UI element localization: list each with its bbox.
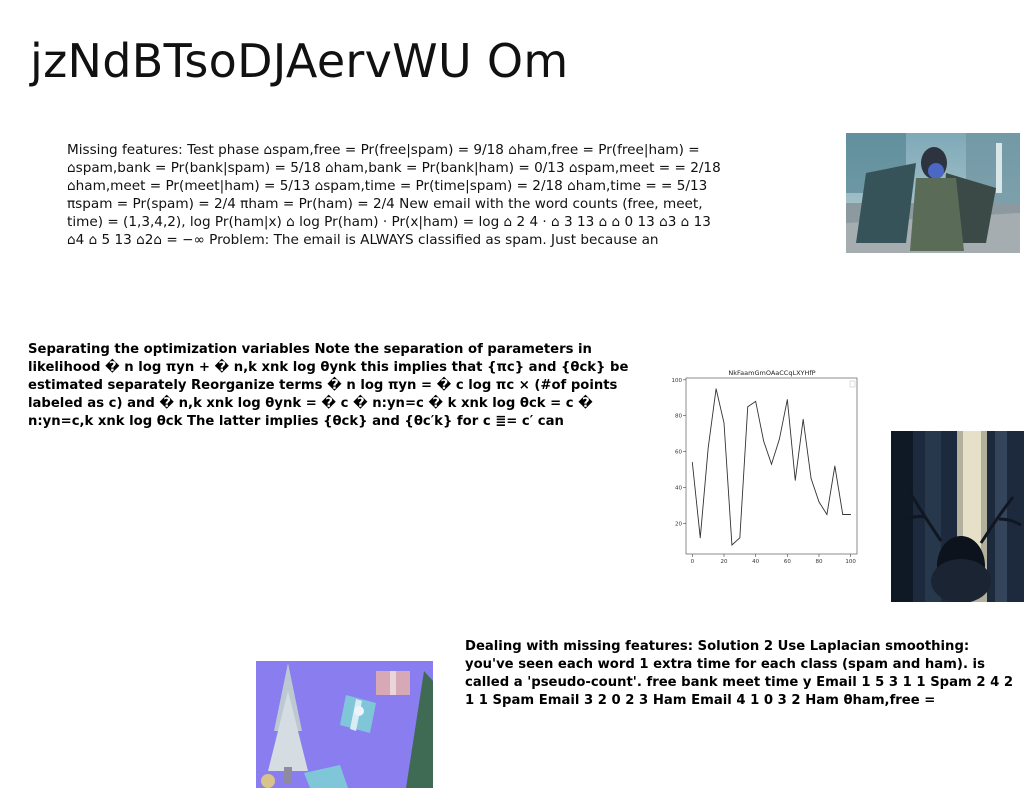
data-point (834, 465, 836, 467)
data-point (691, 462, 693, 463)
y-tick-label: 40 (675, 486, 682, 492)
text-block-laplacian-smoothing: Dealing with missing features: Solution … (465, 639, 1014, 708)
photo-deer-forest (891, 431, 1024, 602)
page-title: jzNdBTsoDJAervWU Om (30, 34, 569, 88)
data-point (818, 501, 820, 503)
x-tick-label: 0 (691, 559, 695, 565)
data-point (779, 438, 780, 440)
data-point (794, 479, 796, 481)
data-point (826, 514, 828, 515)
line-chart: NkFaamGmOAaCCqLXYHfP 0 20 40 60 80 100 20 40 60 8… (672, 366, 862, 570)
data-point (842, 514, 844, 515)
data-point (763, 440, 764, 442)
x-tick-label: 60 (784, 559, 791, 565)
data-point (739, 537, 741, 539)
text-block-missing-features: Missing features: Test phase ⌂spam,free … (67, 142, 721, 248)
data-point (786, 399, 788, 400)
chart-title: NkFaamGmOAaCCqLXYHfP (728, 369, 815, 377)
y-tick-label: 100 (672, 378, 682, 384)
y-tick-label: 60 (675, 450, 682, 456)
data-point (699, 537, 701, 539)
data-point (707, 447, 709, 449)
y-tick-label: 80 (675, 414, 682, 420)
data-point (715, 388, 717, 390)
data-point (850, 514, 852, 515)
data-point (810, 478, 812, 479)
x-tick-label: 80 (816, 559, 823, 565)
photo-armored-figure (846, 133, 1020, 253)
data-point (802, 418, 804, 420)
text-block-separating-variables: Separating the optimization variables No… (28, 342, 629, 429)
x-tick-label: 100 (845, 559, 856, 565)
chart-plot-area (685, 377, 858, 555)
data-point (723, 422, 725, 424)
data-point (771, 463, 772, 465)
data-point (755, 400, 757, 402)
y-tick-label: 20 (675, 521, 682, 527)
x-tick-label: 20 (721, 559, 728, 565)
photo-gift-boxes (256, 661, 433, 788)
data-point (731, 544, 733, 546)
x-tick-label: 40 (752, 559, 759, 565)
data-point (747, 406, 749, 408)
